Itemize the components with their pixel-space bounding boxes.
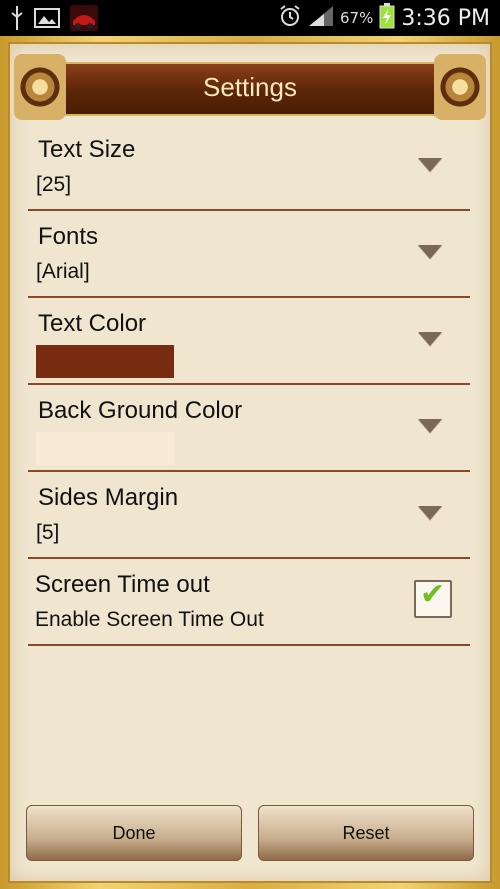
background-color-swatch [36,432,174,465]
setting-text-color[interactable]: Text Color [28,298,470,385]
dropdown-arrow-icon[interactable] [418,332,442,346]
dropdown-arrow-icon[interactable] [418,245,442,259]
setting-fonts[interactable]: Fonts [Arial] [28,211,470,298]
battery-percent: 67% [340,9,374,27]
status-time: 3:36 PM [401,5,490,31]
settings-panel: Settings Text Size [25] Fonts [Arial] Te… [8,42,492,883]
setting-value: [5] [36,521,60,544]
setting-value: [Arial] [36,260,90,283]
setting-sides-margin[interactable]: Sides Margin [5] [28,472,470,559]
done-button[interactable]: Done [26,805,242,861]
dropdown-arrow-icon[interactable] [418,158,442,172]
settings-list: Text Size [25] Fonts [Arial] Text Color … [28,124,470,646]
screen-timeout-checkbox[interactable]: ✔ [414,577,452,618]
page-title: Settings [203,72,297,102]
setting-title: Back Ground Color [38,397,243,424]
dropdown-arrow-icon[interactable] [418,419,442,433]
usb-icon [10,6,24,34]
setting-background-color[interactable]: Back Ground Color [28,385,470,472]
status-left-icons [10,5,98,35]
setting-title: Fonts [38,223,99,250]
setting-title: Text Size [38,136,136,163]
status-right-icons: 67% 3:36 PM [278,0,490,36]
setting-description: Enable Screen Time Out [35,608,264,631]
title-bar: Settings [16,62,484,116]
setting-title: Sides Margin [38,484,179,511]
dropdown-arrow-icon[interactable] [418,506,442,520]
reset-button[interactable]: Reset [258,805,474,861]
button-bar: Done Reset [26,805,474,861]
text-color-swatch [36,345,174,378]
alarm-icon [278,4,302,32]
ornate-frame: Settings Text Size [25] Fonts [Arial] Te… [0,36,500,889]
ornament-left-icon [14,54,66,120]
app-thumbnail-icon [70,5,98,35]
battery-charging-icon [379,3,395,33]
setting-title: Screen Time out [35,571,210,598]
ornament-right-icon [434,54,486,120]
image-icon [34,6,60,34]
setting-text-size[interactable]: Text Size [25] [28,124,470,211]
checkmark-icon: ✔ [420,577,446,612]
setting-value: [25] [36,173,72,196]
setting-title: Text Color [38,310,147,337]
signal-icon [308,5,334,31]
setting-screen-timeout[interactable]: Screen Time out Enable Screen Time Out ✔ [28,559,470,646]
status-bar: 67% 3:36 PM [0,0,500,36]
